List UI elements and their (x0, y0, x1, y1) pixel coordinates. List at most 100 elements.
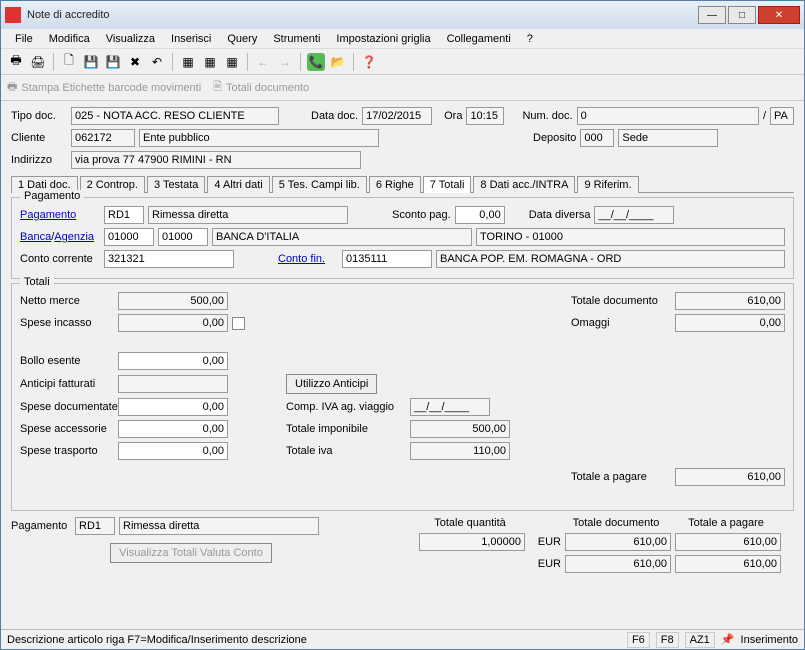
cliente-label: Cliente (11, 132, 67, 144)
print-small-icon: 🖶 (7, 78, 17, 97)
tipodoc-field[interactable]: 025 - NOTA ACC. RESO CLIENTE (71, 107, 279, 125)
footer-totdoc2: 610,00 (565, 555, 671, 573)
minimize-button[interactable]: — (698, 6, 726, 24)
app-icon (5, 7, 21, 23)
banca-cod[interactable]: 01000 (104, 228, 154, 246)
close-button[interactable]: ✕ (758, 6, 800, 24)
menu-help[interactable]: ? (521, 31, 539, 47)
footer-totpag2: 610,00 (675, 555, 781, 573)
window-title: Note di accredito (27, 9, 698, 21)
tab-altridati[interactable]: 4 Altri dati (207, 176, 269, 193)
agenzia-cod[interactable]: 01000 (158, 228, 208, 246)
tab-righe[interactable]: 6 Righe (369, 176, 421, 193)
menu-collegamenti[interactable]: Collegamenti (441, 31, 517, 47)
visualizza-totali-button[interactable]: Visualizza Totali Valuta Conto (110, 543, 272, 563)
grid2-icon[interactable]: ▦ (201, 53, 219, 71)
indirizzo-label: Indirizzo (11, 154, 67, 166)
help-icon[interactable]: ❓ (360, 53, 378, 71)
pagamento-link[interactable]: Pagamento (20, 209, 100, 221)
menu-visualizza[interactable]: Visualizza (100, 31, 161, 47)
tab-totali[interactable]: 7 Totali (423, 176, 472, 193)
totpagare-field: 610,00 (675, 468, 785, 486)
totimp-label: Totale imponibile (286, 423, 406, 435)
totali-documento-button[interactable]: 🗎 Totali documento (213, 78, 309, 97)
totiva-label: Totale iva (286, 445, 406, 457)
contofin-link[interactable]: Conto fin. (278, 253, 338, 265)
delete-icon[interactable]: ✖ (126, 53, 144, 71)
footer-totdoc-label: Totale documento (561, 517, 671, 529)
datadoc-field[interactable]: 17/02/2015 (362, 107, 432, 125)
spesetrasp-field[interactable]: 0,00 (118, 442, 228, 460)
print-icon[interactable]: 🖶 (7, 53, 25, 71)
grid1-icon[interactable]: ▦ (179, 53, 197, 71)
folder-icon[interactable]: 📂 (329, 53, 347, 71)
speseinc-check[interactable] (232, 317, 245, 330)
sconto-field[interactable]: 0,00 (455, 206, 505, 224)
totdoc-label: Totale documento (571, 295, 671, 307)
ora-field[interactable]: 10:15 (466, 107, 504, 125)
utilizzo-anticipi-button[interactable]: Utilizzo Anticipi (286, 374, 377, 394)
numdoc-field[interactable]: 0 (577, 107, 759, 125)
cliente-desc-field: Ente pubblico (139, 129, 379, 147)
nettomerce-label: Netto merce (20, 295, 114, 307)
eur1-label: EUR (529, 536, 561, 548)
menu-modifica[interactable]: Modifica (43, 31, 96, 47)
eur2-label: EUR (529, 558, 561, 570)
tab-tescampi[interactable]: 5 Tes. Campi lib. (272, 176, 367, 193)
speseinc-label: Spese incasso (20, 317, 114, 329)
numdoc-label: Num. doc. (522, 110, 572, 122)
speseinc-field[interactable]: 0,00 (118, 314, 228, 332)
speseacc-field[interactable]: 0,00 (118, 420, 228, 438)
tab-datiacc[interactable]: 8 Dati acc./INTRA (473, 176, 575, 193)
agenzia-link[interactable]: Agenzia (54, 231, 94, 243)
stampa-etichette-button[interactable]: 🖶 Stampa Etichette barcode movimenti (7, 78, 201, 97)
menubar: File Modifica Visualizza Inserisci Query… (1, 29, 804, 49)
maximize-button[interactable]: □ (728, 6, 756, 24)
doc-small-icon: 🗎 (213, 78, 222, 97)
footer-pag-label: Pagamento (11, 520, 71, 532)
footer-pag-cod: RD1 (75, 517, 115, 535)
tab-riferim[interactable]: 9 Riferim. (577, 176, 638, 193)
menu-impostazioni[interactable]: Impostazioni griglia (330, 31, 436, 47)
pin-icon[interactable]: 📌 (721, 633, 735, 646)
tab-controp[interactable]: 2 Controp. (80, 176, 145, 193)
tab-testata[interactable]: 3 Testata (147, 176, 205, 193)
deposito-cod-field[interactable]: 000 (580, 129, 614, 147)
pagamento-cod[interactable]: RD1 (104, 206, 144, 224)
status-az1: AZ1 (685, 632, 715, 648)
spesedoc-field[interactable]: 0,00 (118, 398, 228, 416)
menu-inserisci[interactable]: Inserisci (165, 31, 217, 47)
undo-icon[interactable]: ↶ (148, 53, 166, 71)
print2-icon[interactable]: 🖨 (29, 53, 47, 71)
save2-icon[interactable]: 💾 (104, 53, 122, 71)
footer-pag-desc: Rimessa diretta (119, 517, 319, 535)
totali-group: Totali Netto merce 500,00 Totale documen… (11, 283, 794, 511)
deposito-desc-field: Sede (618, 129, 718, 147)
numdoc-suffix[interactable]: PA (770, 107, 794, 125)
footer-totpag1: 610,00 (675, 533, 781, 551)
contocorr-field[interactable]: 321321 (104, 250, 234, 268)
deposito-label: Deposito (533, 132, 576, 144)
datadiversa-field[interactable]: __/__/____ (594, 206, 674, 224)
menu-file[interactable]: File (9, 31, 39, 47)
filiale-field: TORINO - 01000 (476, 228, 785, 246)
phone-icon[interactable]: 📞 (307, 53, 325, 71)
cliente-cod-field[interactable]: 062172 (71, 129, 135, 147)
menu-query[interactable]: Query (221, 31, 263, 47)
compiva-field[interactable]: __/__/____ (410, 398, 490, 416)
spesetrasp-label: Spese trasporto (20, 445, 114, 457)
contofin-field[interactable]: 0135111 (342, 250, 432, 268)
bollo-field[interactable]: 0,00 (118, 352, 228, 370)
save-icon[interactable]: 💾 (82, 53, 100, 71)
back-icon[interactable]: ← (254, 53, 272, 71)
anticipi-label: Anticipi fatturati (20, 378, 114, 390)
menu-strumenti[interactable]: Strumenti (267, 31, 326, 47)
fwd-icon[interactable]: → (276, 53, 294, 71)
status-desc: Descrizione articolo riga F7=Modifica/In… (7, 634, 621, 646)
tipodoc-label: Tipo doc. (11, 110, 67, 122)
speseacc-label: Spese accessorie (20, 423, 114, 435)
banca-link[interactable]: Banca (20, 231, 51, 243)
grid3-icon[interactable]: ▦ (223, 53, 241, 71)
new-icon[interactable]: 🗋 (60, 53, 78, 71)
footer-totpag-label: Totale a pagare (671, 517, 781, 529)
